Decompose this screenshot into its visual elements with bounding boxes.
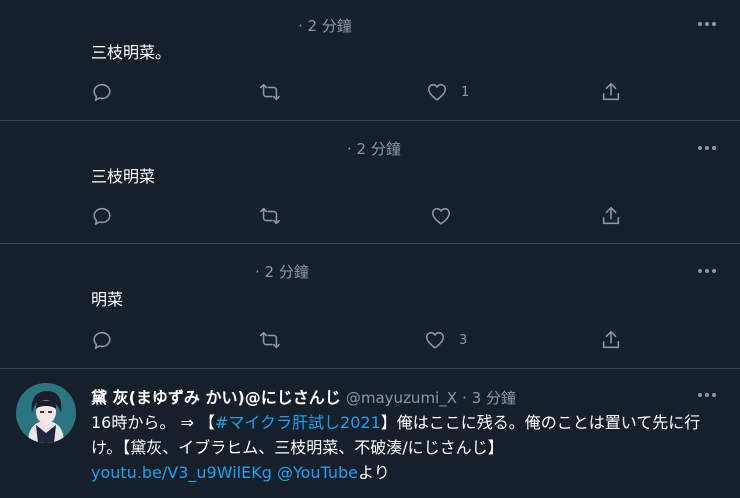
- author-handle[interactable]: @mayuzumi_X: [346, 389, 457, 407]
- share-icon: [602, 330, 620, 349]
- share-button[interactable]: [600, 80, 622, 104]
- reply-button[interactable]: [91, 80, 113, 104]
- tweet-time[interactable]: · 2 分鐘: [298, 15, 352, 36]
- youtube-link[interactable]: youtu.be/V3_u9WilEKg: [91, 463, 272, 482]
- retweet-button[interactable]: [259, 328, 281, 352]
- like-count: 3: [459, 332, 468, 348]
- tweet-time[interactable]: · 3 分鐘: [462, 389, 516, 407]
- like-icon: [431, 207, 451, 225]
- reply-icon: [93, 331, 111, 350]
- more-icon[interactable]: [698, 391, 718, 399]
- more-icon[interactable]: [698, 267, 718, 275]
- tweet-actions: 1: [91, 80, 631, 104]
- avatar-image: [16, 383, 76, 443]
- avatar[interactable]: [16, 383, 76, 443]
- tweet-3[interactable]: · 2 分鐘 明菜 3: [0, 244, 740, 368]
- like-button[interactable]: 3: [424, 328, 467, 352]
- tweet-1[interactable]: · 2 分鐘 三枝明菜。 1: [0, 0, 740, 120]
- like-button[interactable]: [430, 204, 465, 228]
- reply-button[interactable]: [91, 204, 113, 228]
- tweet-body: 16時から。 ⇒ 【#マイクラ肝試し2021】俺はここに残る。俺のことは置いて先…: [91, 410, 721, 485]
- reply-icon: [93, 207, 111, 226]
- tweet-text: 三枝明菜。: [91, 43, 172, 62]
- tweet-text: 明菜: [91, 290, 124, 309]
- tweet-2[interactable]: · 2 分鐘 三枝明菜: [0, 121, 740, 243]
- like-count: 1: [461, 84, 470, 100]
- share-button[interactable]: [600, 204, 622, 228]
- share-icon: [602, 82, 620, 101]
- tweet-actions: [91, 204, 631, 228]
- body-text-start: 16時から。 ⇒ 【: [91, 413, 215, 432]
- retweet-icon: [260, 207, 280, 225]
- author-line: 黛 灰(まゆずみ かい)@にじさんじ @mayuzumi_X · 3 分鐘: [91, 384, 516, 408]
- hashtag-link[interactable]: #マイクラ肝試し2021: [215, 413, 381, 432]
- link-suffix: より: [358, 463, 390, 482]
- like-icon: [425, 331, 445, 349]
- retweet-icon: [260, 331, 280, 349]
- reply-icon: [93, 83, 111, 102]
- like-button[interactable]: 1: [426, 80, 469, 104]
- tweet-text: 三枝明菜: [91, 167, 156, 186]
- more-icon[interactable]: [698, 20, 718, 28]
- tweet-actions: 3: [91, 328, 631, 352]
- like-icon: [427, 83, 447, 101]
- retweet-button[interactable]: [259, 204, 281, 228]
- reply-button[interactable]: [91, 328, 113, 352]
- youtube-mention[interactable]: @YouTube: [277, 463, 358, 482]
- share-icon: [602, 206, 620, 225]
- tweet-time[interactable]: · 2 分鐘: [347, 138, 401, 159]
- retweet-icon: [260, 83, 280, 101]
- retweet-button[interactable]: [259, 80, 281, 104]
- author-name[interactable]: 黛 灰(まゆずみ かい)@にじさんじ: [91, 388, 341, 407]
- tweet-time[interactable]: · 2 分鐘: [255, 261, 309, 282]
- share-button[interactable]: [600, 328, 622, 352]
- more-icon[interactable]: [698, 144, 718, 152]
